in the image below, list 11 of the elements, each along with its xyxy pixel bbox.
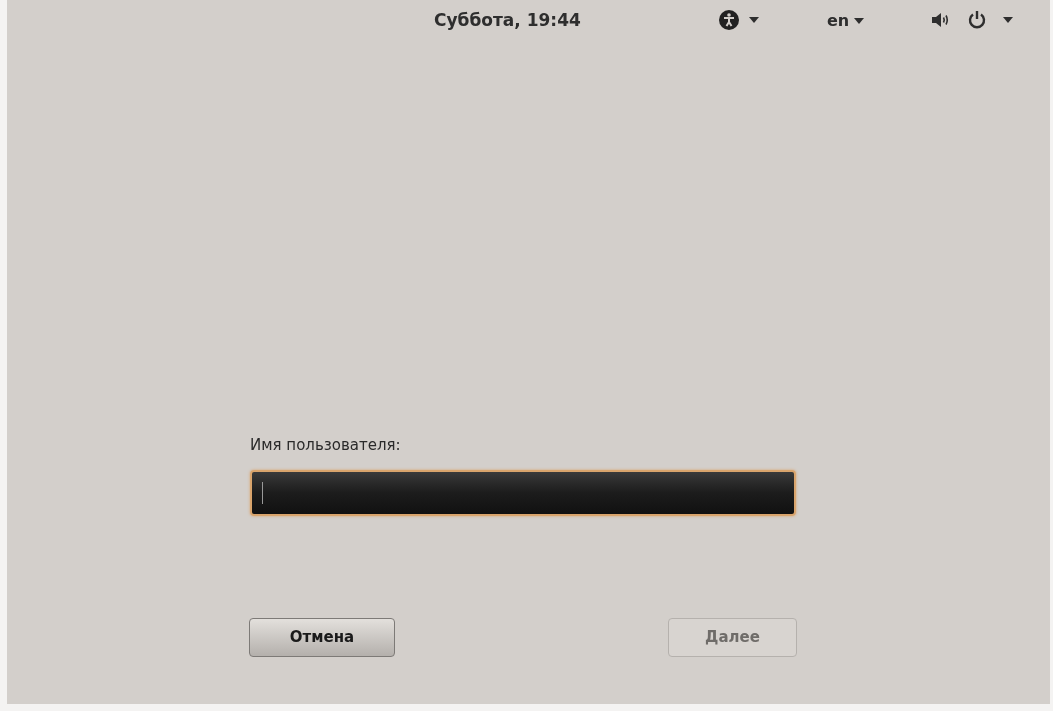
volume-icon[interactable] (931, 11, 951, 29)
caret-icon[interactable] (1003, 17, 1013, 23)
accessibility-icon[interactable] (719, 10, 739, 30)
clock[interactable]: Суббота, 19:44 (434, 8, 581, 34)
caret-icon[interactable] (854, 18, 865, 24)
language-indicator[interactable]: en (827, 9, 850, 33)
username-label: Имя пользователя: (250, 435, 402, 456)
username-field[interactable] (250, 469, 796, 516)
power-icon[interactable] (967, 10, 987, 30)
cancel-button[interactable]: Отмена (249, 618, 395, 657)
caret-icon[interactable] (749, 17, 759, 23)
